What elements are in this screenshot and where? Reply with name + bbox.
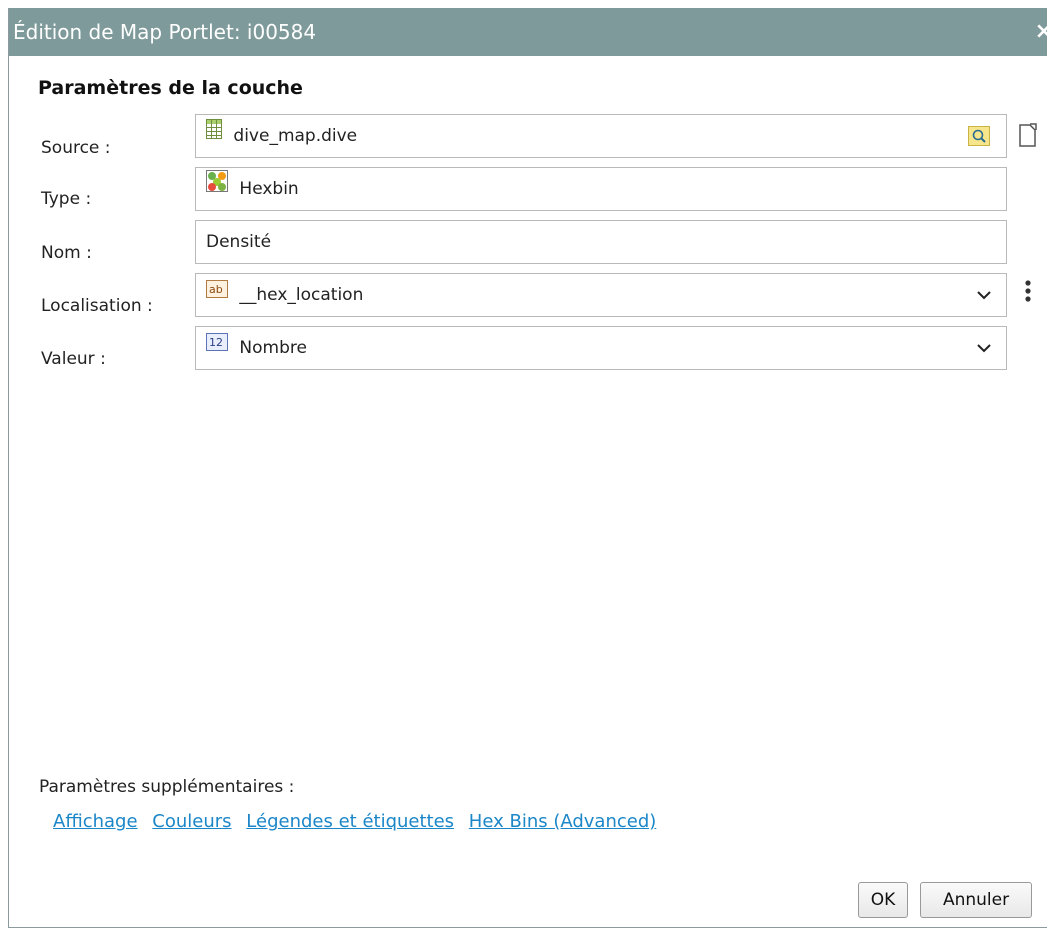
map-portlet-dialog: Édition de Map Portlet: i00584 × Paramèt…: [8, 8, 1047, 928]
extra-params-label: Paramètres supplémentaires :: [39, 777, 295, 797]
ok-button[interactable]: OK: [858, 882, 908, 918]
chevron-down-icon: [977, 291, 991, 300]
type-value: Hexbin: [239, 179, 299, 199]
location-label: Localisation :: [41, 296, 153, 316]
location-select[interactable]: ab __hex_location: [195, 273, 1007, 317]
link-hex-bins[interactable]: Hex Bins (Advanced): [469, 811, 656, 832]
value-select[interactable]: 12 Nombre: [195, 326, 1007, 370]
name-input[interactable]: Densité: [195, 220, 1007, 264]
type-label: Type :: [41, 189, 92, 209]
browse-icon[interactable]: [968, 126, 990, 146]
name-value: Densité: [206, 232, 272, 252]
number-field-icon: 12: [206, 325, 228, 367]
section-title: Paramètres de la couche: [38, 77, 303, 99]
svg-text:ab: ab: [209, 283, 223, 296]
more-options-icon[interactable]: [1024, 278, 1032, 312]
source-value: dive_map.dive: [233, 126, 358, 146]
source-field[interactable]: dive_map.dive: [195, 114, 1007, 158]
location-value: __hex_location: [239, 285, 364, 305]
dialog-title: Édition de Map Portlet: i00584: [13, 20, 317, 44]
text-field-icon: ab: [206, 272, 228, 314]
close-icon[interactable]: ×: [1035, 8, 1047, 56]
value-label: Valeur :: [41, 349, 106, 369]
table-icon: [206, 113, 222, 155]
name-label: Nom :: [41, 243, 92, 263]
chevron-down-icon: [977, 344, 991, 353]
link-legendes[interactable]: Légendes et étiquettes: [246, 811, 454, 832]
link-affichage[interactable]: Affichage: [53, 811, 138, 832]
type-field[interactable]: Hexbin: [195, 167, 1007, 211]
link-couleurs[interactable]: Couleurs: [152, 811, 231, 832]
svg-text:12: 12: [209, 336, 223, 349]
source-label: Source :: [41, 138, 111, 158]
edit-source-icon[interactable]: [1018, 122, 1038, 152]
value-value: Nombre: [239, 338, 307, 358]
hexbin-icon: [206, 166, 228, 208]
extra-params-links: Affichage Couleurs Légendes et étiquette…: [53, 811, 665, 832]
dialog-titlebar[interactable]: Édition de Map Portlet: i00584 ×: [9, 8, 1047, 56]
cancel-button[interactable]: Annuler: [920, 882, 1032, 918]
